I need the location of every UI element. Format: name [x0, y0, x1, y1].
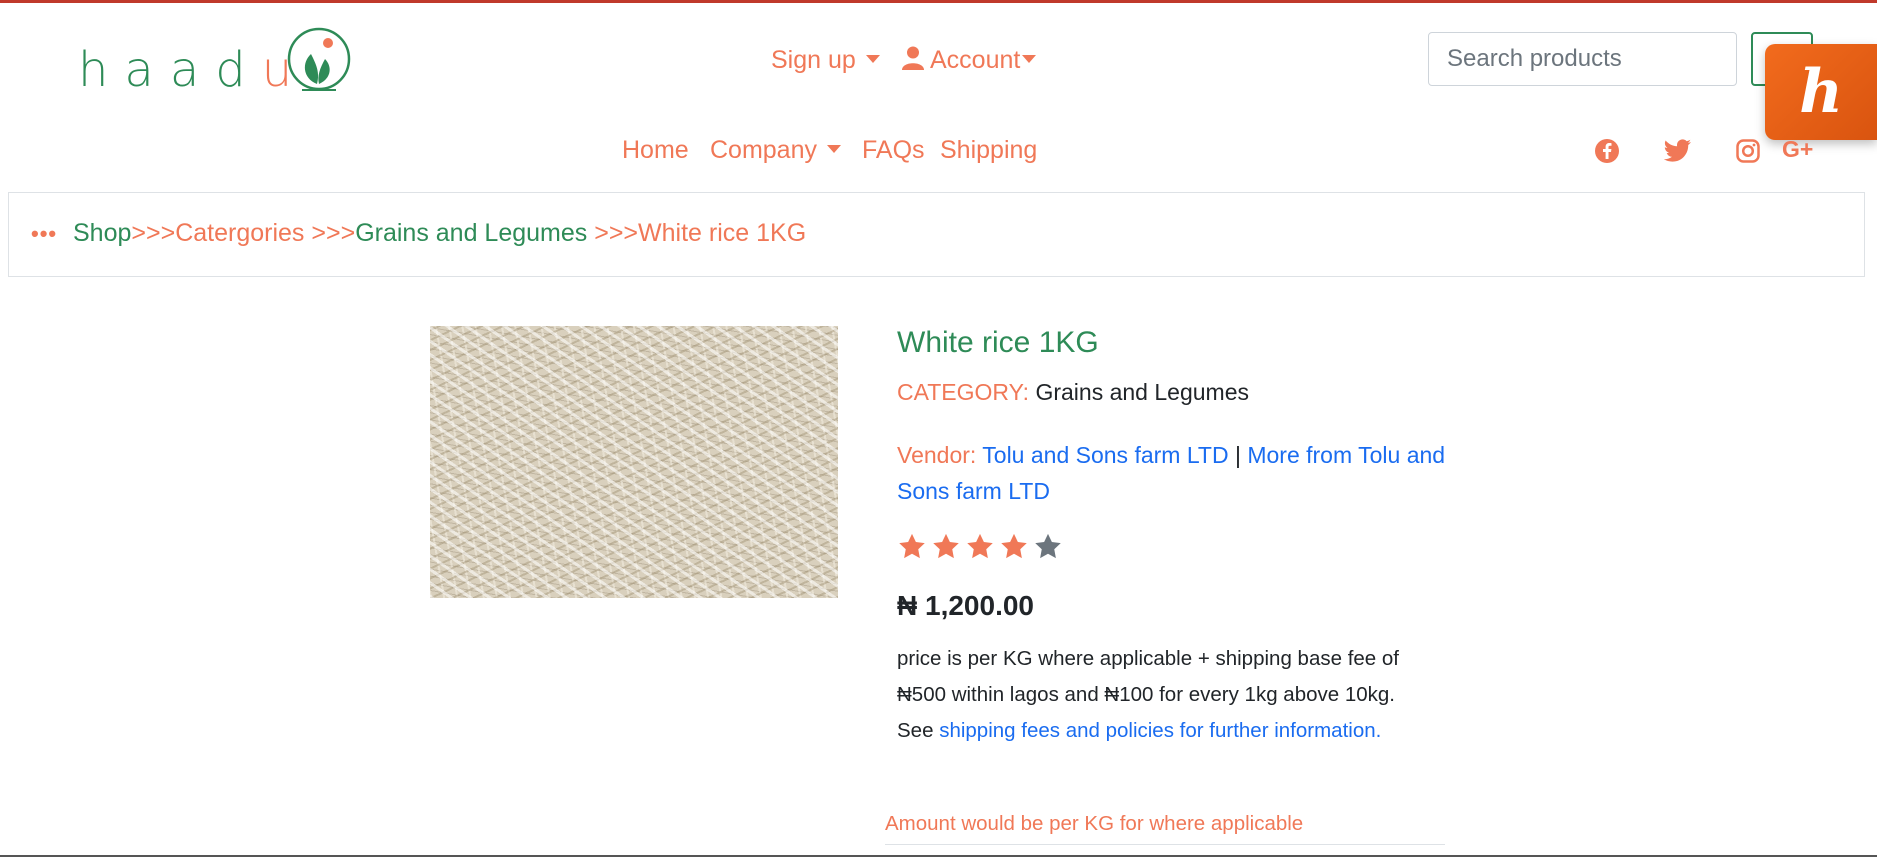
- breadcrumb-container: ••• Shop>>>Catergories >>>Grains and Leg…: [8, 192, 1865, 277]
- nav-shipping[interactable]: Shipping: [940, 136, 1037, 165]
- star-empty-icon: [1035, 533, 1061, 559]
- product-category: CATEGORY: Grains and Legumes: [897, 379, 1249, 406]
- product-image[interactable]: [430, 326, 838, 598]
- nav-home[interactable]: Home: [622, 136, 689, 165]
- breadcrumb-separator: >>>: [304, 219, 356, 247]
- nav-company-label: Company: [710, 136, 817, 164]
- chevron-down-icon: [827, 145, 841, 154]
- breadcrumb-current: White rice 1KG: [638, 219, 807, 247]
- breadcrumb-grains[interactable]: Grains and Legumes: [355, 219, 587, 247]
- shipping-policy-link[interactable]: shipping fees and policies for further i…: [939, 719, 1381, 742]
- product-title: White rice 1KG: [897, 326, 1099, 359]
- user-icon: [902, 46, 924, 71]
- rating-stars: [897, 532, 1063, 564]
- more-dots-icon[interactable]: •••: [31, 221, 57, 247]
- product-price: ₦ 1,200.00: [897, 590, 1034, 621]
- chevron-down-icon: [1022, 55, 1037, 64]
- search-input[interactable]: [1428, 32, 1737, 86]
- signup-label: Sign up: [771, 46, 856, 74]
- price-info: price is per KG where applicable + shipp…: [897, 641, 1437, 749]
- star-filled-icon: [1001, 533, 1027, 559]
- amount-note: Amount would be per KG for where applica…: [885, 812, 1445, 845]
- honey-extension-icon[interactable]: h: [1765, 44, 1877, 140]
- twitter-icon[interactable]: [1664, 138, 1692, 164]
- breadcrumb-separator: >>>: [587, 219, 639, 247]
- vendor-label: Vendor:: [897, 442, 977, 468]
- nav-company[interactable]: Company: [710, 136, 841, 165]
- account-label: Account: [930, 46, 1021, 74]
- breadcrumb: Shop>>>Catergories >>>Grains and Legumes…: [73, 219, 806, 248]
- facebook-icon[interactable]: [1594, 138, 1620, 164]
- google-plus-icon[interactable]: G+: [1782, 136, 1813, 162]
- vendor-separator: |: [1234, 442, 1241, 468]
- breadcrumb-shop[interactable]: Shop: [73, 219, 131, 247]
- nav-faqs[interactable]: FAQs: [862, 136, 925, 165]
- star-filled-icon: [933, 533, 959, 559]
- category-label: CATEGORY:: [897, 379, 1030, 405]
- signup-dropdown[interactable]: Sign up: [771, 46, 880, 75]
- chevron-down-icon: [865, 55, 880, 64]
- star-filled-icon: [967, 533, 993, 559]
- breadcrumb-separator: >>>: [131, 219, 176, 247]
- instagram-icon[interactable]: [1736, 138, 1760, 164]
- product-vendor: Vendor: Tolu and Sons farm LTD | More fr…: [897, 437, 1457, 509]
- star-filled-icon: [899, 533, 925, 559]
- vendor-link[interactable]: Tolu and Sons farm LTD: [982, 442, 1228, 468]
- top-accent-bar: [0, 0, 1877, 3]
- category-value: Grains and Legumes: [1035, 379, 1249, 405]
- account-dropdown[interactable]: Account: [902, 46, 1037, 75]
- breadcrumb-categories[interactable]: Catergories: [175, 219, 304, 247]
